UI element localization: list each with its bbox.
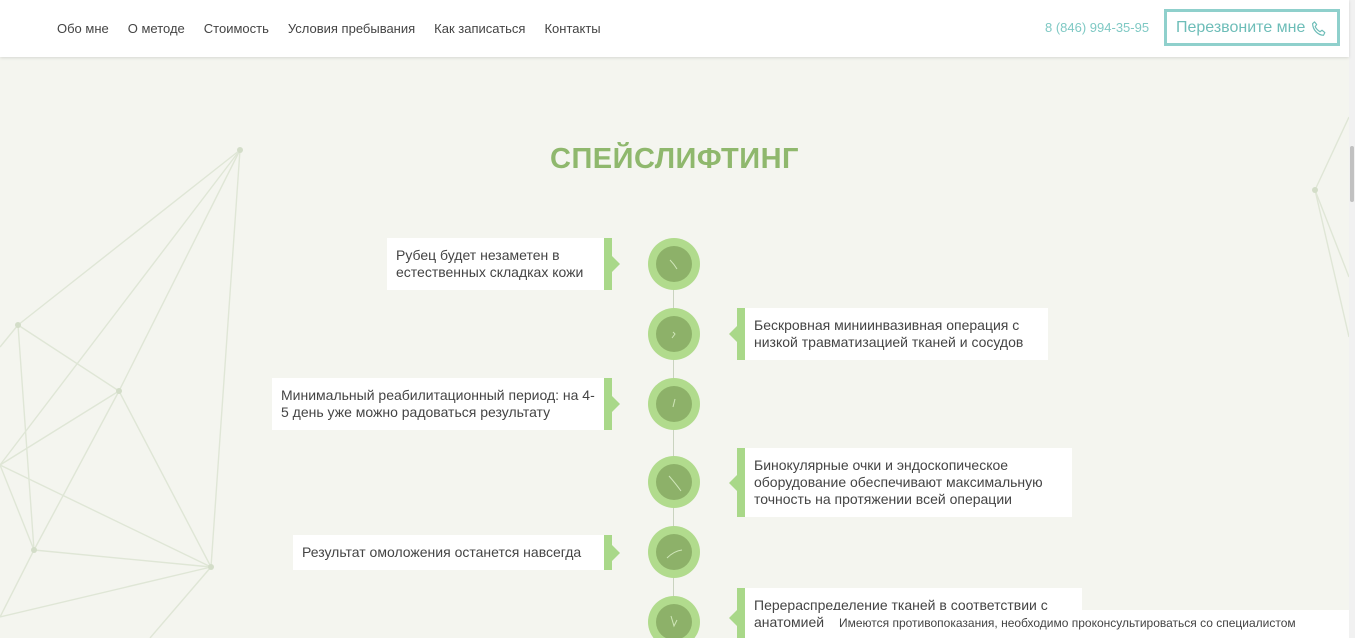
timeline-card: Бинокулярные очки и эндоскопическое обор… xyxy=(729,448,1072,517)
phone-number-link[interactable]: 8 (846) 994-35-95 xyxy=(1045,20,1149,35)
callback-button-label: Перезвоните мне xyxy=(1176,18,1306,36)
timeline-card-text: Минимальный реабилитационный период: на … xyxy=(281,387,595,420)
nav-item-method[interactable]: О методе xyxy=(128,21,185,36)
timeline-card: Результат омоложения останется навсегда xyxy=(293,535,620,570)
main-nav: Обо мне О методе Стоимость Условия пребы… xyxy=(57,0,620,57)
timeline-card-text: Бинокулярные очки и эндоскопическое обор… xyxy=(754,457,1043,507)
timeline-node xyxy=(648,308,700,360)
timeline-card-text: Рубец будет незаметен в естественных скл… xyxy=(396,247,584,280)
phone-icon xyxy=(1312,21,1326,36)
contraindications-notice: Имеются противопоказания, необходимо про… xyxy=(829,610,1349,638)
timeline-node xyxy=(648,238,700,290)
timeline-card-text: Бескровная миниинвазивная операция с низ… xyxy=(754,317,1024,350)
timeline-card: Бескровная миниинвазивная операция с низ… xyxy=(729,308,1048,360)
features-timeline: Рубец будет незаметен в естественных скл… xyxy=(0,0,1349,638)
timeline-node xyxy=(648,596,700,638)
site-header: Обо мне О методе Стоимость Условия пребы… xyxy=(0,0,1349,57)
timeline-card: Рубец будет незаметен в естественных скл… xyxy=(387,238,620,290)
timeline-node xyxy=(648,456,700,508)
nav-item-booking[interactable]: Как записаться xyxy=(434,21,525,36)
callback-button[interactable]: Перезвоните мне xyxy=(1164,9,1340,46)
nav-item-contacts[interactable]: Контакты xyxy=(544,21,600,36)
timeline-node xyxy=(648,378,700,430)
scrollbar-thumb[interactable] xyxy=(1350,146,1354,202)
timeline-node xyxy=(648,526,700,578)
nav-item-stay-conditions[interactable]: Условия пребывания xyxy=(288,21,415,36)
nav-item-price[interactable]: Стоимость xyxy=(204,21,269,36)
timeline-card-text: Результат омоложения останется навсегда xyxy=(302,544,582,560)
page-scrollbar[interactable] xyxy=(1349,0,1355,638)
nav-item-about[interactable]: Обо мне xyxy=(57,21,109,36)
timeline-card: Минимальный реабилитационный период: на … xyxy=(272,378,620,430)
